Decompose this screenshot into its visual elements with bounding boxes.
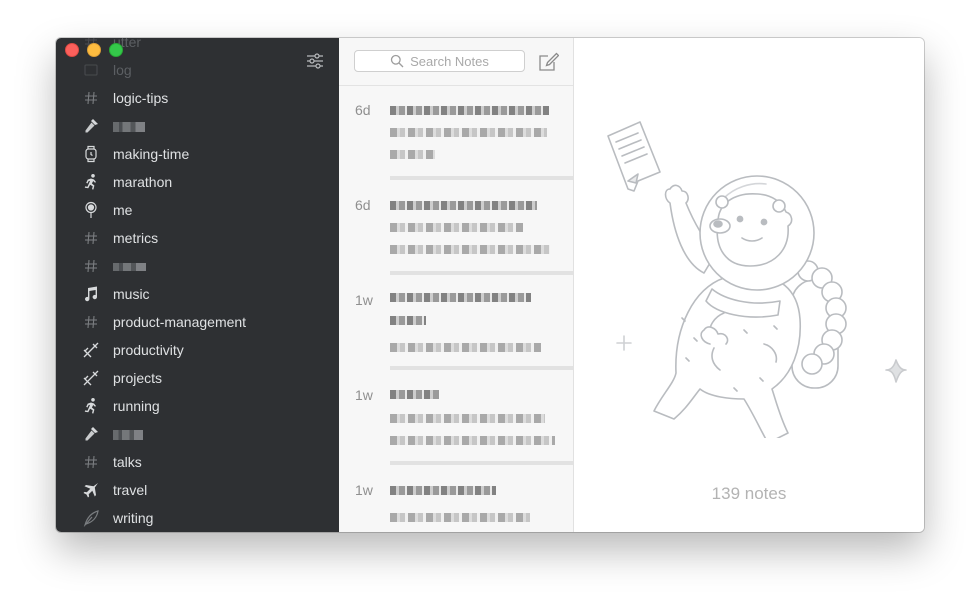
tag-item-writing[interactable]: writing [56, 504, 339, 532]
search-placeholder: Search Notes [410, 53, 489, 69]
note-date: 6d [355, 102, 371, 118]
note-title-redacted [390, 316, 426, 325]
runner-icon [82, 397, 100, 415]
hash-icon [82, 453, 100, 471]
tag-label: logic-tips [113, 90, 169, 106]
note-preview-redacted [390, 436, 555, 445]
note-divider [390, 176, 573, 180]
note-title-redacted [390, 106, 549, 115]
microphone-icon [82, 425, 100, 443]
tag-item-redacted[interactable] [56, 252, 339, 280]
pushpin-icon [82, 201, 100, 219]
note-divider [390, 461, 573, 465]
zoom-button[interactable] [109, 43, 123, 57]
note-title-redacted [390, 201, 537, 210]
airplane-icon [82, 481, 100, 499]
tag-label: metrics [113, 230, 159, 246]
search-bar-row: Search Notes [339, 38, 573, 86]
hash-icon [82, 229, 100, 247]
tag-label: making-time [113, 146, 190, 162]
music-note-icon [82, 285, 100, 303]
note-date: 1w [355, 482, 373, 498]
quill-icon [82, 509, 100, 527]
note-list-item[interactable]: 1w [339, 466, 573, 532]
tag-item-logic-tips[interactable]: logic-tips [56, 84, 339, 112]
minimize-button[interactable] [87, 43, 101, 57]
note-title-redacted [390, 486, 496, 495]
tag-item-log[interactable]: log [56, 56, 339, 84]
watch-icon [82, 145, 100, 163]
note-editor-empty-state: 139 notes [574, 38, 924, 532]
compose-icon[interactable] [537, 51, 560, 73]
note-preview-redacted [390, 245, 550, 254]
tag-list: utter log logic-tips making-time maratho… [56, 38, 339, 532]
tag-item-me[interactable]: me [56, 196, 339, 224]
note-list-item[interactable]: 1w [339, 276, 573, 370]
tag-label: travel [113, 482, 148, 498]
tag-label: product-management [113, 314, 247, 330]
note-preview-redacted [390, 513, 530, 522]
tag-item-travel[interactable]: travel [56, 476, 339, 504]
tag-label-redacted [113, 426, 143, 442]
note-list-item[interactable]: 6d [339, 86, 573, 180]
tag-item-projects[interactable]: projects [56, 364, 339, 392]
tools-icon [82, 369, 100, 387]
hash-icon [82, 89, 100, 107]
tag-item-talks[interactable]: talks [56, 448, 339, 476]
hash-icon [82, 61, 100, 79]
note-preview-redacted [390, 223, 523, 232]
tag-label-redacted [113, 258, 146, 274]
note-count: 139 notes [711, 484, 787, 503]
tag-label: talks [113, 454, 142, 470]
tag-item-redacted[interactable] [56, 112, 339, 140]
note-title-redacted [390, 390, 439, 399]
note-preview-redacted [390, 150, 435, 159]
hash-icon [82, 313, 100, 331]
tag-item-marathon[interactable]: marathon [56, 168, 339, 196]
tag-label: writing [113, 510, 154, 526]
search-icon [390, 54, 404, 68]
tag-item-product-management[interactable]: product-management [56, 308, 339, 336]
tag-item-productivity[interactable]: productivity [56, 336, 339, 364]
note-title-redacted [390, 293, 531, 302]
search-input[interactable]: Search Notes [354, 50, 525, 72]
tag-label: marathon [113, 174, 173, 190]
sliders-icon[interactable] [305, 51, 325, 71]
note-list-item[interactable]: 6d [339, 181, 573, 275]
runner-icon [82, 173, 100, 191]
note-preview-redacted [390, 128, 547, 137]
window-controls [65, 43, 123, 57]
note-date: 6d [355, 197, 371, 213]
tag-item-making-time[interactable]: making-time [56, 140, 339, 168]
helmet [699, 175, 815, 291]
note-list-item[interactable]: 1w [339, 371, 573, 465]
astronaut-bear-illustration [607, 121, 907, 438]
paper-illustration [607, 121, 661, 192]
tag-label: log [113, 62, 132, 78]
tag-item-music[interactable]: music [56, 280, 339, 308]
tag-label: running [113, 398, 160, 414]
tag-sidebar: utter log logic-tips making-time maratho… [56, 38, 339, 532]
notes-list-pane: Search Notes 6d 6d 1w 1w 1w [339, 38, 574, 532]
tag-label: projects [113, 370, 163, 386]
note-divider [390, 366, 573, 370]
note-date: 1w [355, 292, 373, 308]
note-date: 1w [355, 387, 373, 403]
tag-label: productivity [113, 342, 184, 358]
tag-label: me [113, 202, 133, 218]
app-window: utter log logic-tips making-time maratho… [56, 38, 924, 532]
tag-item-metrics[interactable]: metrics [56, 224, 339, 252]
tag-label-redacted [113, 118, 145, 134]
tag-item-redacted[interactable] [56, 420, 339, 448]
note-divider [390, 271, 573, 275]
tools-icon [82, 341, 100, 359]
close-button[interactable] [65, 43, 79, 57]
hash-icon [82, 257, 100, 275]
note-preview-redacted [390, 414, 545, 423]
tag-label: music [113, 286, 150, 302]
tag-item-running[interactable]: running [56, 392, 339, 420]
note-preview-redacted [390, 343, 541, 352]
microphone-icon [82, 117, 100, 135]
